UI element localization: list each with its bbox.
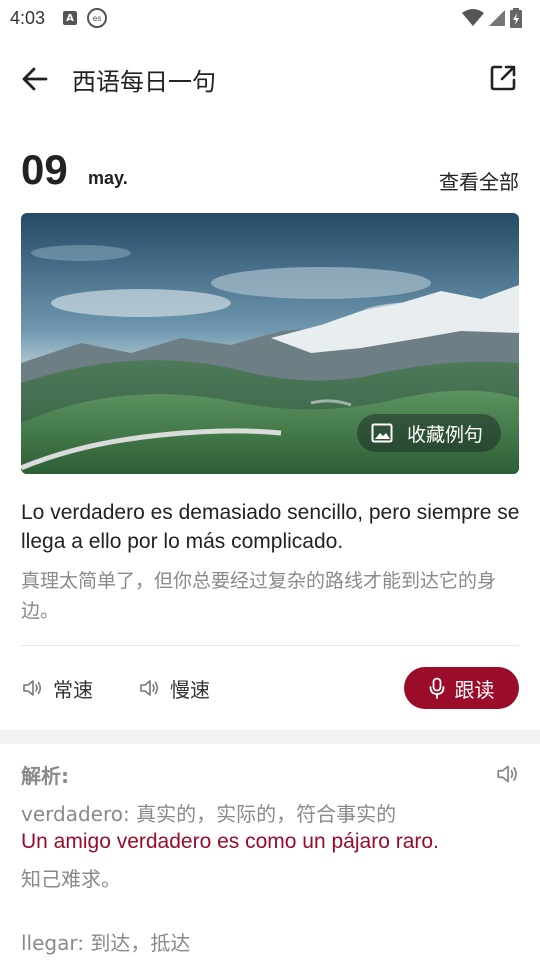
view-all-link[interactable]: 查看全部 — [439, 166, 519, 195]
share-button[interactable] — [488, 63, 518, 93]
slow-speed-button[interactable]: 慢速 — [138, 668, 210, 708]
speaker-icon — [23, 680, 42, 696]
status-notification-icons: A es — [63, 8, 108, 28]
arrow-left-icon — [22, 67, 48, 91]
analysis-section: 解析: verdadero: 真实的，实际的，符合事实的 Un amigo ve… — [21, 760, 519, 955]
signal-icon — [489, 10, 505, 26]
section-separator — [0, 730, 540, 744]
es-notification-icon: es — [87, 8, 108, 28]
speaker-icon — [497, 765, 517, 783]
analysis-title: 解析: — [21, 764, 69, 788]
normal-speed-button[interactable]: 常速 — [21, 668, 93, 708]
follow-read-label: 跟读 — [454, 677, 495, 702]
date-day: 09 — [21, 146, 68, 193]
analysis-example-spanish: Un amigo verdadero es como un pájaro rar… — [21, 830, 439, 853]
page-title: 西语每日一句 — [72, 68, 216, 96]
date-month: may. — [88, 168, 128, 188]
speaker-icon — [140, 680, 159, 696]
a-notification-icon: A — [63, 11, 78, 25]
battery-icon — [510, 8, 522, 28]
share-icon — [490, 65, 516, 91]
normal-speed-label: 常速 — [53, 677, 93, 702]
analysis-word: verdadero: 真实的，实际的，符合事实的 — [21, 802, 397, 826]
back-button[interactable] — [20, 64, 50, 94]
favorite-sentence-label: 收藏例句 — [406, 423, 483, 446]
wifi-icon — [462, 9, 484, 26]
app-bar: 西语每日一句 — [0, 50, 540, 108]
analysis-audio-button[interactable] — [495, 762, 519, 786]
image-icon — [371, 423, 393, 443]
hero-image: 收藏例句 — [21, 213, 519, 474]
status-bar: 4:03 A es — [0, 0, 540, 36]
microphone-icon — [429, 677, 444, 699]
sentence-chinese: 真理太简单了，但你总要经过复杂的路线才能到达它的身边。 — [21, 570, 497, 622]
analysis-word: llegar: 到达，抵达 — [21, 931, 191, 955]
follow-read-button[interactable]: 跟读 — [404, 667, 519, 709]
date-row: 09 may. 查看全部 — [21, 146, 519, 196]
slow-speed-label: 慢速 — [170, 677, 210, 702]
favorite-sentence-button[interactable]: 收藏例句 — [356, 414, 501, 452]
status-time: 4:03 — [10, 7, 46, 28]
status-right-icons — [462, 8, 522, 28]
divider — [21, 645, 519, 646]
sentence-spanish: Lo verdadero es demasiado sencillo, pero… — [21, 501, 520, 553]
analysis-example-chinese: 知己难求。 — [21, 867, 121, 891]
